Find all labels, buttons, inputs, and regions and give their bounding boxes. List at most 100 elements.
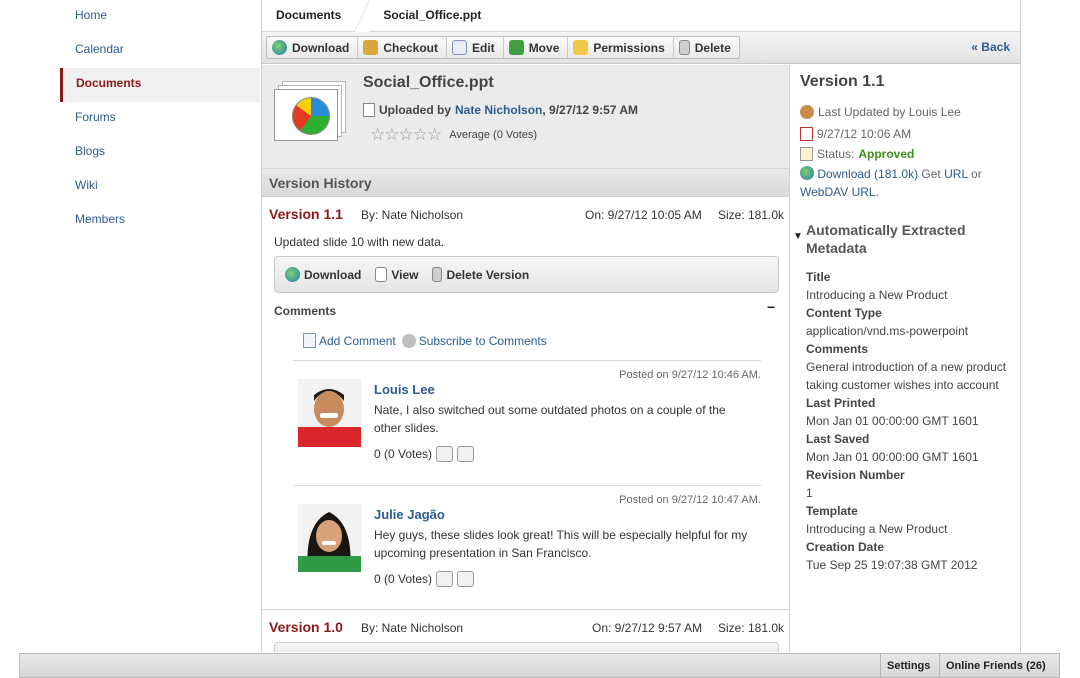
- delete-version-label: Delete Version: [446, 267, 530, 282]
- version-date: On: 9/27/12 9:57 AM: [592, 621, 703, 635]
- comment-text: Nate, I also switched out some outdated …: [374, 403, 726, 435]
- version-download-button[interactable]: Download: [285, 267, 361, 282]
- date-text: 9/27/12 10:06 AM: [817, 127, 912, 141]
- file-title: Social_Office.ppt: [363, 74, 494, 91]
- permissions-button[interactable]: Permissions: [568, 37, 674, 58]
- breadcrumb-documents[interactable]: Documents: [262, 0, 355, 32]
- last-updated-date: 9/27/12 10:06 AM: [800, 127, 911, 141]
- status-icon: [800, 147, 813, 161]
- edit-button[interactable]: Edit: [447, 37, 504, 58]
- vote-count: 0 (0 Votes): [374, 447, 433, 461]
- ppt-file-icon: [274, 81, 348, 143]
- view-icon: [375, 267, 388, 282]
- metadata-key: Revision Number: [806, 468, 905, 482]
- download-button-label: Download: [292, 40, 350, 55]
- metadata-value: Introducing a New Product: [806, 522, 948, 536]
- metadata-key: Title: [806, 270, 831, 284]
- status: Status: Approved: [800, 147, 914, 161]
- subscribe-comments-label: Subscribe to Comments: [418, 333, 547, 348]
- metadata-list: Title Introducing a New Product Content …: [806, 268, 1020, 574]
- bottom-dock: Settings Online Friends (26): [19, 653, 1060, 678]
- download-button[interactable]: Download: [267, 37, 359, 58]
- period-text: .: [875, 185, 879, 199]
- sidebar-item-wiki[interactable]: Wiki: [60, 170, 260, 204]
- upload-doc-icon: [363, 103, 375, 117]
- metadata-title: Automatically Extracted Metadata: [806, 222, 966, 256]
- upload-date: , 9/27/12 9:57 AM: [542, 103, 638, 117]
- comment-author[interactable]: Louis Lee: [374, 382, 435, 397]
- star-rating-icon[interactable]: ☆☆☆☆☆: [370, 125, 442, 145]
- metadata-key: Comments: [806, 342, 869, 356]
- document-panel: Documents Social_Office.ppt Download Che…: [261, 0, 1021, 652]
- permissions-icon: [573, 40, 589, 55]
- subscribe-icon: [401, 333, 416, 348]
- metadata-value: General introduction of a new product ta…: [806, 360, 1007, 392]
- download-info: Download (181.0k) Get URL or WebDAV URL.: [800, 165, 1015, 201]
- avatar[interactable]: [298, 504, 361, 572]
- sidebar-item-documents[interactable]: Documents: [60, 68, 260, 102]
- version-description: Updated slide 10 with new data.: [274, 235, 445, 249]
- subscribe-comments-link[interactable]: Subscribe to Comments: [401, 333, 547, 348]
- version-view-button[interactable]: View: [375, 267, 418, 282]
- version-author: By: Nate Nicholson: [361, 208, 464, 222]
- collapse-arrow-icon[interactable]: ▼: [793, 231, 803, 242]
- metadata-value: application/vnd.ms-powerpoint: [806, 324, 969, 338]
- metadata-key: Creation Date: [806, 540, 885, 554]
- details-column: Version 1.1 Last Updated by Louis Lee 9/…: [791, 65, 1020, 652]
- add-comment-link[interactable]: Add Comment: [303, 333, 396, 348]
- add-comment-label: Add Comment: [319, 333, 396, 348]
- breadcrumb-current: Social_Office.ppt: [383, 7, 482, 22]
- rating-text: Average (0 Votes): [449, 129, 538, 141]
- webdav-link[interactable]: WebDAV URL: [800, 185, 876, 199]
- permissions-button-label: Permissions: [593, 40, 665, 55]
- avatar[interactable]: [298, 379, 361, 447]
- checkout-button[interactable]: Checkout: [358, 37, 448, 58]
- checkout-button-label: Checkout: [383, 40, 439, 55]
- sidebar-item-home[interactable]: Home: [60, 0, 260, 34]
- sidebar-item-blogs[interactable]: Blogs: [60, 136, 260, 170]
- version-size: Size: 181.0k: [718, 621, 785, 635]
- back-link[interactable]: « Back: [971, 40, 1010, 54]
- comment: Posted on 9/27/12 10:47 AM. Julie Jagão …: [293, 485, 761, 609]
- sidebar-item-members[interactable]: Members: [60, 204, 260, 238]
- document-toolbar: Download Checkout Edit Move Permissions …: [262, 32, 1020, 64]
- get-text: Get: [921, 167, 941, 181]
- move-button[interactable]: Move: [504, 37, 569, 58]
- last-updated-text: Last Updated by Louis Lee: [818, 105, 961, 119]
- comment-author[interactable]: Julie Jagão: [374, 507, 445, 522]
- sidebar-item-calendar[interactable]: Calendar: [60, 34, 260, 68]
- version-label: Version 1.1: [269, 206, 343, 222]
- thumbs-down-icon[interactable]: [457, 446, 475, 462]
- metadata-value: Introducing a New Product: [806, 288, 948, 302]
- version-row: Version 1.1 By: Nate Nicholson On: 9/27/…: [262, 197, 789, 229]
- version-download-label: Download: [304, 267, 362, 282]
- globe-icon: [272, 40, 287, 55]
- comments-label: Comments: [274, 304, 337, 318]
- uploader-link[interactable]: Nate Nicholson: [455, 103, 542, 117]
- upload-info: Uploaded by Nate Nicholson, 9/27/12 9:57…: [363, 103, 638, 117]
- sidebar-item-forums[interactable]: Forums: [60, 102, 260, 136]
- edit-button-label: Edit: [472, 40, 495, 55]
- download-link[interactable]: Download (181.0k): [817, 167, 918, 181]
- delete-button[interactable]: Delete: [674, 37, 739, 58]
- breadcrumb-separator: [355, 0, 370, 32]
- version-view-label: View: [391, 267, 419, 282]
- version-column: Social_Office.ppt Uploaded by Nate Nicho…: [262, 65, 790, 652]
- uploaded-by-label: Uploaded by: [379, 103, 452, 117]
- comment-posted-date: Posted on 9/27/12 10:46 AM.: [619, 369, 761, 381]
- move-button-label: Move: [528, 40, 560, 55]
- settings-button[interactable]: Settings: [880, 654, 936, 678]
- delete-version-button[interactable]: Delete Version: [432, 267, 529, 282]
- toolbar-button-group: Download Checkout Edit Move Permissions …: [266, 36, 740, 59]
- online-friends-button[interactable]: Online Friends (26): [939, 654, 1052, 678]
- comment-actions: Add Comment Subscribe to Comments: [303, 333, 547, 348]
- version-actions: Download View Delete Version: [274, 256, 779, 293]
- thumbs-up-icon[interactable]: [436, 446, 454, 462]
- thumbs-up-icon[interactable]: [436, 571, 454, 587]
- last-updated: Last Updated by Louis Lee: [800, 105, 961, 119]
- url-link[interactable]: URL: [944, 167, 968, 181]
- collapse-comments-button[interactable]: −: [767, 299, 775, 315]
- trash-icon: [432, 267, 443, 282]
- thumbs-down-icon[interactable]: [457, 571, 475, 587]
- trash-icon: [678, 40, 690, 55]
